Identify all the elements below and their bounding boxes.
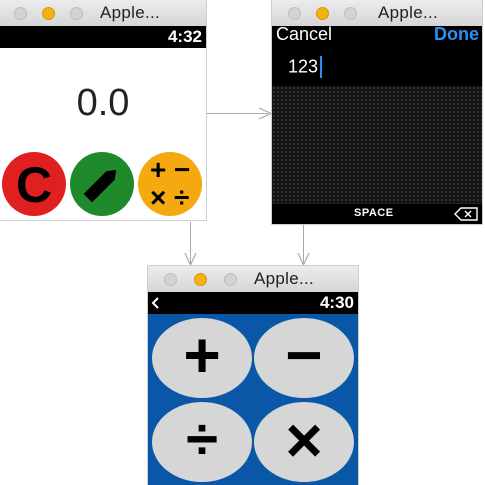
- zoom-window-button[interactable]: [344, 7, 357, 20]
- operations-window: Apple... 4:30 + − ÷ ×: [148, 266, 358, 485]
- subtract-button[interactable]: −: [254, 318, 354, 398]
- window-title: Apple...: [378, 3, 439, 22]
- clock: 4:32: [167, 27, 202, 46]
- multiply-symbol: ×: [285, 404, 323, 476]
- minimize-window-button[interactable]: [194, 273, 207, 286]
- minimize-window-button[interactable]: [42, 7, 55, 20]
- window-title: Apple...: [100, 3, 161, 22]
- title-bar: Apple...: [272, 0, 482, 27]
- input-screen: Cancel Done 123 SPACE: [272, 24, 482, 224]
- operations-button[interactable]: + − × ÷: [138, 152, 202, 216]
- divide-symbol: ÷: [186, 407, 218, 472]
- result-display: 0.0: [76, 82, 130, 124]
- close-window-button[interactable]: [14, 7, 27, 20]
- title-bar: Apple...: [148, 266, 358, 293]
- window-title: Apple...: [254, 269, 315, 288]
- zoom-window-button[interactable]: [70, 7, 83, 20]
- cancel-button[interactable]: Cancel: [276, 24, 332, 45]
- add-button[interactable]: +: [152, 318, 252, 398]
- minimize-window-button[interactable]: [316, 7, 329, 20]
- calculator-screen: 0.0 C + − × ÷: [0, 48, 206, 220]
- clear-button[interactable]: C: [2, 152, 66, 216]
- multiply-button[interactable]: ×: [254, 402, 354, 482]
- keyboard-bar: SPACE: [272, 204, 482, 224]
- main-calculator-window: Apple... 4:32 0.0 C + − × ÷: [0, 0, 206, 220]
- subtract-symbol: −: [285, 319, 323, 391]
- text-field[interactable]: 123: [288, 56, 323, 80]
- text-field-value: 123: [288, 56, 319, 77]
- add-symbol: +: [183, 319, 221, 391]
- clear-button-label: C: [15, 157, 53, 213]
- text-cursor: [320, 56, 323, 78]
- status-bar: 4:30: [148, 292, 358, 314]
- multiply-symbol: ×: [150, 182, 167, 213]
- close-window-button[interactable]: [164, 273, 177, 286]
- handwriting-pad[interactable]: [272, 86, 482, 204]
- status-bar: 4:32: [0, 26, 206, 48]
- divide-symbol: ÷: [174, 182, 190, 213]
- close-window-button[interactable]: [288, 7, 301, 20]
- title-bar: Apple...: [0, 0, 206, 27]
- zoom-window-button[interactable]: [224, 273, 237, 286]
- clock: 4:30: [319, 293, 354, 312]
- divide-button[interactable]: ÷: [152, 402, 252, 482]
- space-key[interactable]: SPACE: [354, 207, 394, 219]
- done-button[interactable]: Done: [434, 24, 479, 45]
- backspace-icon[interactable]: [454, 207, 478, 221]
- text-input-window: Apple... Cancel Done 123 SPACE: [272, 0, 482, 224]
- operators-panel: + − ÷ ×: [148, 314, 358, 485]
- pencil-icon: [83, 169, 117, 203]
- chevron-left-icon[interactable]: [151, 297, 159, 309]
- edit-button[interactable]: [70, 152, 134, 216]
